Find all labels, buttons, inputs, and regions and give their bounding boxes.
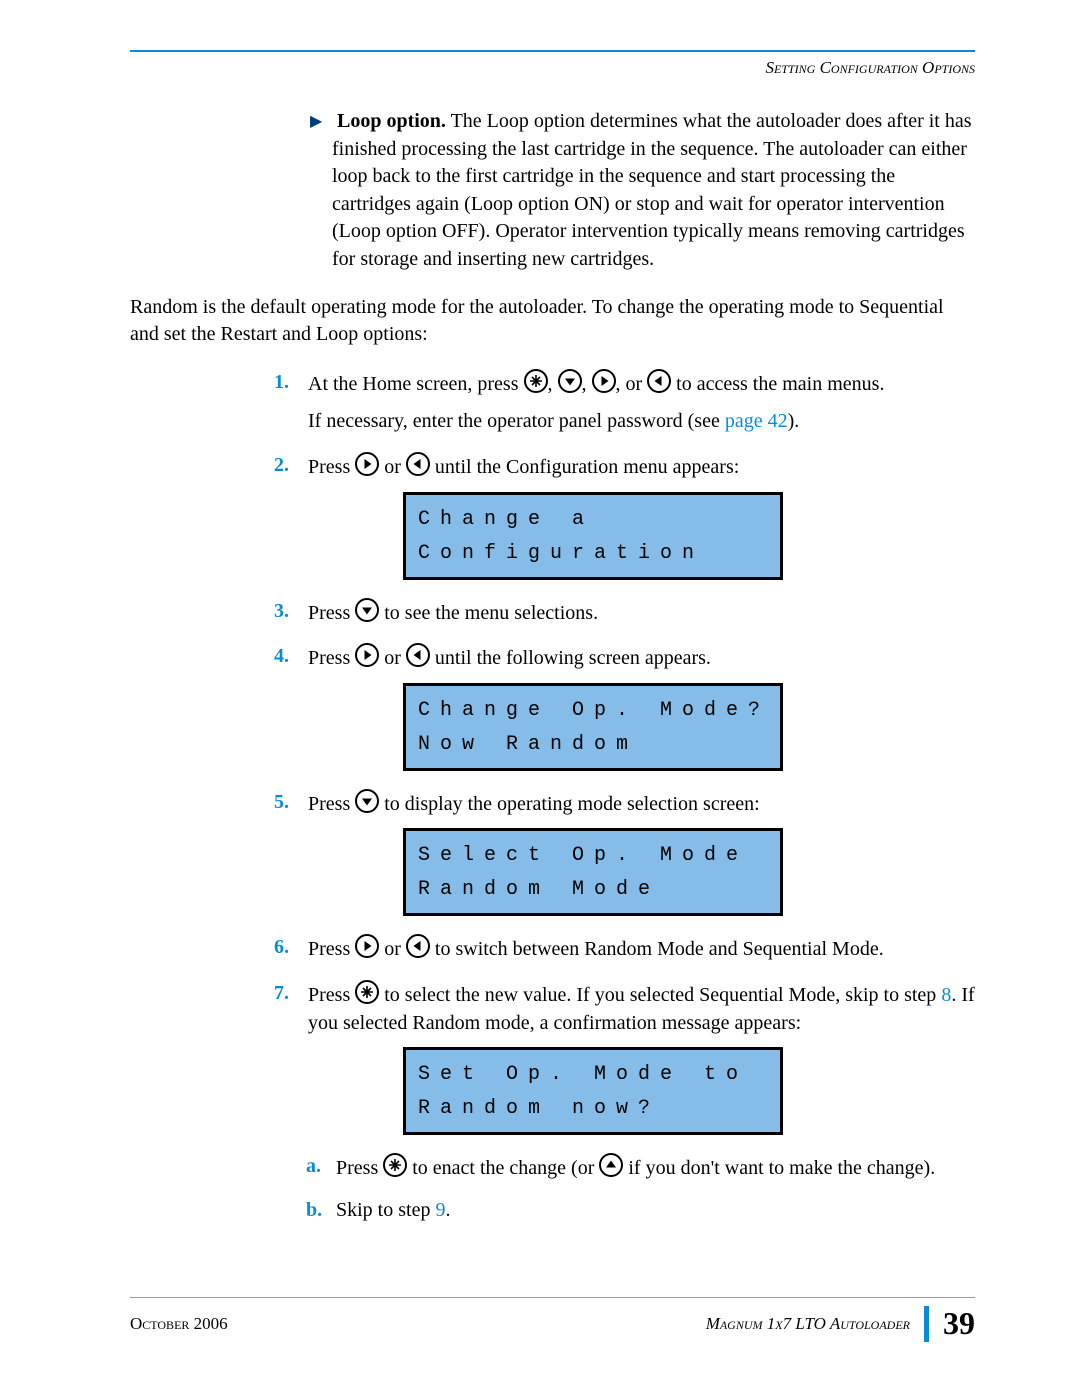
text: if you don't want to make the change). xyxy=(623,1157,935,1179)
text: to enact the change (or xyxy=(407,1157,599,1179)
text: to select the new value. If you selected… xyxy=(379,984,941,1006)
text: . xyxy=(445,1199,450,1221)
step-4: Press or until the following screen appe… xyxy=(280,643,975,771)
bullet-arrow-icon: ▶ xyxy=(310,111,332,133)
right-arrow-icon xyxy=(355,643,379,667)
page: Setting Configuration Options ▶ Loop opt… xyxy=(0,0,1080,1397)
steps-list: At the Home screen, press , , , or to ac… xyxy=(280,369,975,1225)
text: until the Configuration menu appears: xyxy=(430,456,739,478)
random-intro-paragraph: Random is the default operating mode for… xyxy=(130,294,975,349)
step-7: Press to select the new value. If you se… xyxy=(280,980,975,1224)
text: Skip to step xyxy=(336,1199,435,1221)
text: or xyxy=(379,647,406,669)
text: If necessary, enter the operator panel p… xyxy=(308,410,725,432)
text: to switch between Random Mode and Sequen… xyxy=(430,938,884,960)
right-arrow-icon xyxy=(592,369,616,393)
loop-option-text: The Loop option determines what the auto… xyxy=(332,110,972,270)
text: Press xyxy=(308,984,355,1006)
enter-icon xyxy=(355,980,379,1004)
enter-icon xyxy=(524,369,548,393)
down-arrow-icon xyxy=(355,789,379,813)
lcd-screen-change-op: Change Op. Mode? Now Random xyxy=(403,683,783,771)
lcd-line: Change a xyxy=(418,508,594,531)
right-arrow-icon xyxy=(355,934,379,958)
footer-divider xyxy=(924,1306,929,1342)
up-arrow-icon xyxy=(599,1153,623,1177)
text: Press xyxy=(308,602,355,624)
step-1-note: If necessary, enter the operator panel p… xyxy=(308,408,975,436)
step-6: Press or to switch between Random Mode a… xyxy=(280,934,975,964)
header-rule xyxy=(130,50,975,52)
content-body: ▶ Loop option. The Loop option determine… xyxy=(130,108,975,1224)
text: Press xyxy=(308,938,355,960)
text: ). xyxy=(788,410,800,432)
footer-date: October 2006 xyxy=(130,1314,228,1334)
step-1: At the Home screen, press , , , or to ac… xyxy=(280,369,975,436)
text: to access the main menus. xyxy=(671,373,884,395)
left-arrow-icon xyxy=(406,452,430,476)
step-3: Press to see the menu selections. xyxy=(280,598,975,628)
text: Press xyxy=(336,1157,383,1179)
footer-rule xyxy=(130,1297,975,1298)
lcd-line: Set Op. Mode to xyxy=(418,1063,748,1086)
footer: October 2006 Magnum 1x7 LTO Autoloader 3… xyxy=(130,1289,975,1342)
text: Press xyxy=(308,793,355,815)
down-arrow-icon xyxy=(355,598,379,622)
step-2: Press or until the Configuration menu ap… xyxy=(280,452,975,580)
section-header: Setting Configuration Options xyxy=(130,58,975,78)
text: or xyxy=(379,456,406,478)
lcd-line: Random Mode xyxy=(418,878,660,901)
enter-icon xyxy=(383,1153,407,1177)
lcd-line: Select Op. Mode xyxy=(418,844,748,867)
text: , xyxy=(582,373,592,395)
lcd-line: Random now? xyxy=(418,1097,660,1120)
text: , xyxy=(548,373,558,395)
left-arrow-icon xyxy=(647,369,671,393)
text: or xyxy=(379,938,406,960)
text: At the Home screen, press xyxy=(308,373,524,395)
step-7a: Press to enact the change (or if you don… xyxy=(308,1153,975,1183)
left-arrow-icon xyxy=(406,934,430,958)
text: Press xyxy=(308,456,355,478)
lcd-line: Now Random xyxy=(418,733,638,756)
lcd-line: Configuration xyxy=(418,542,704,565)
page-42-link[interactable]: page 42 xyxy=(725,410,788,432)
step-9-link[interactable]: 9 xyxy=(435,1199,445,1221)
loop-option-label: Loop option. xyxy=(337,110,446,132)
step-7b: Skip to step 9. xyxy=(308,1197,975,1225)
step-5: Press to display the operating mode sele… xyxy=(280,789,975,917)
text: until the following screen appears. xyxy=(430,647,711,669)
loop-option-paragraph: ▶ Loop option. The Loop option determine… xyxy=(280,108,975,274)
lcd-screen-config: Change a Configuration xyxy=(403,492,783,580)
footer-right: Magnum 1x7 LTO Autoloader 39 xyxy=(706,1305,975,1342)
right-arrow-icon xyxy=(355,452,379,476)
text: , or xyxy=(616,373,648,395)
lcd-screen-set-op: Set Op. Mode to Random now? xyxy=(403,1047,783,1135)
down-arrow-icon xyxy=(558,369,582,393)
lcd-screen-select-op: Select Op. Mode Random Mode xyxy=(403,828,783,916)
step-7-substeps: Press to enact the change (or if you don… xyxy=(308,1153,975,1224)
text: Press xyxy=(308,647,355,669)
footer-title: Magnum 1x7 LTO Autoloader xyxy=(706,1314,910,1334)
left-arrow-icon xyxy=(406,643,430,667)
text: to display the operating mode selection … xyxy=(379,793,759,815)
text: to see the menu selections. xyxy=(379,602,598,624)
page-number: 39 xyxy=(943,1305,975,1342)
step-8-link[interactable]: 8 xyxy=(941,984,951,1006)
lcd-line: Change Op. Mode? xyxy=(418,699,770,722)
footer-row: October 2006 Magnum 1x7 LTO Autoloader 3… xyxy=(130,1305,975,1342)
